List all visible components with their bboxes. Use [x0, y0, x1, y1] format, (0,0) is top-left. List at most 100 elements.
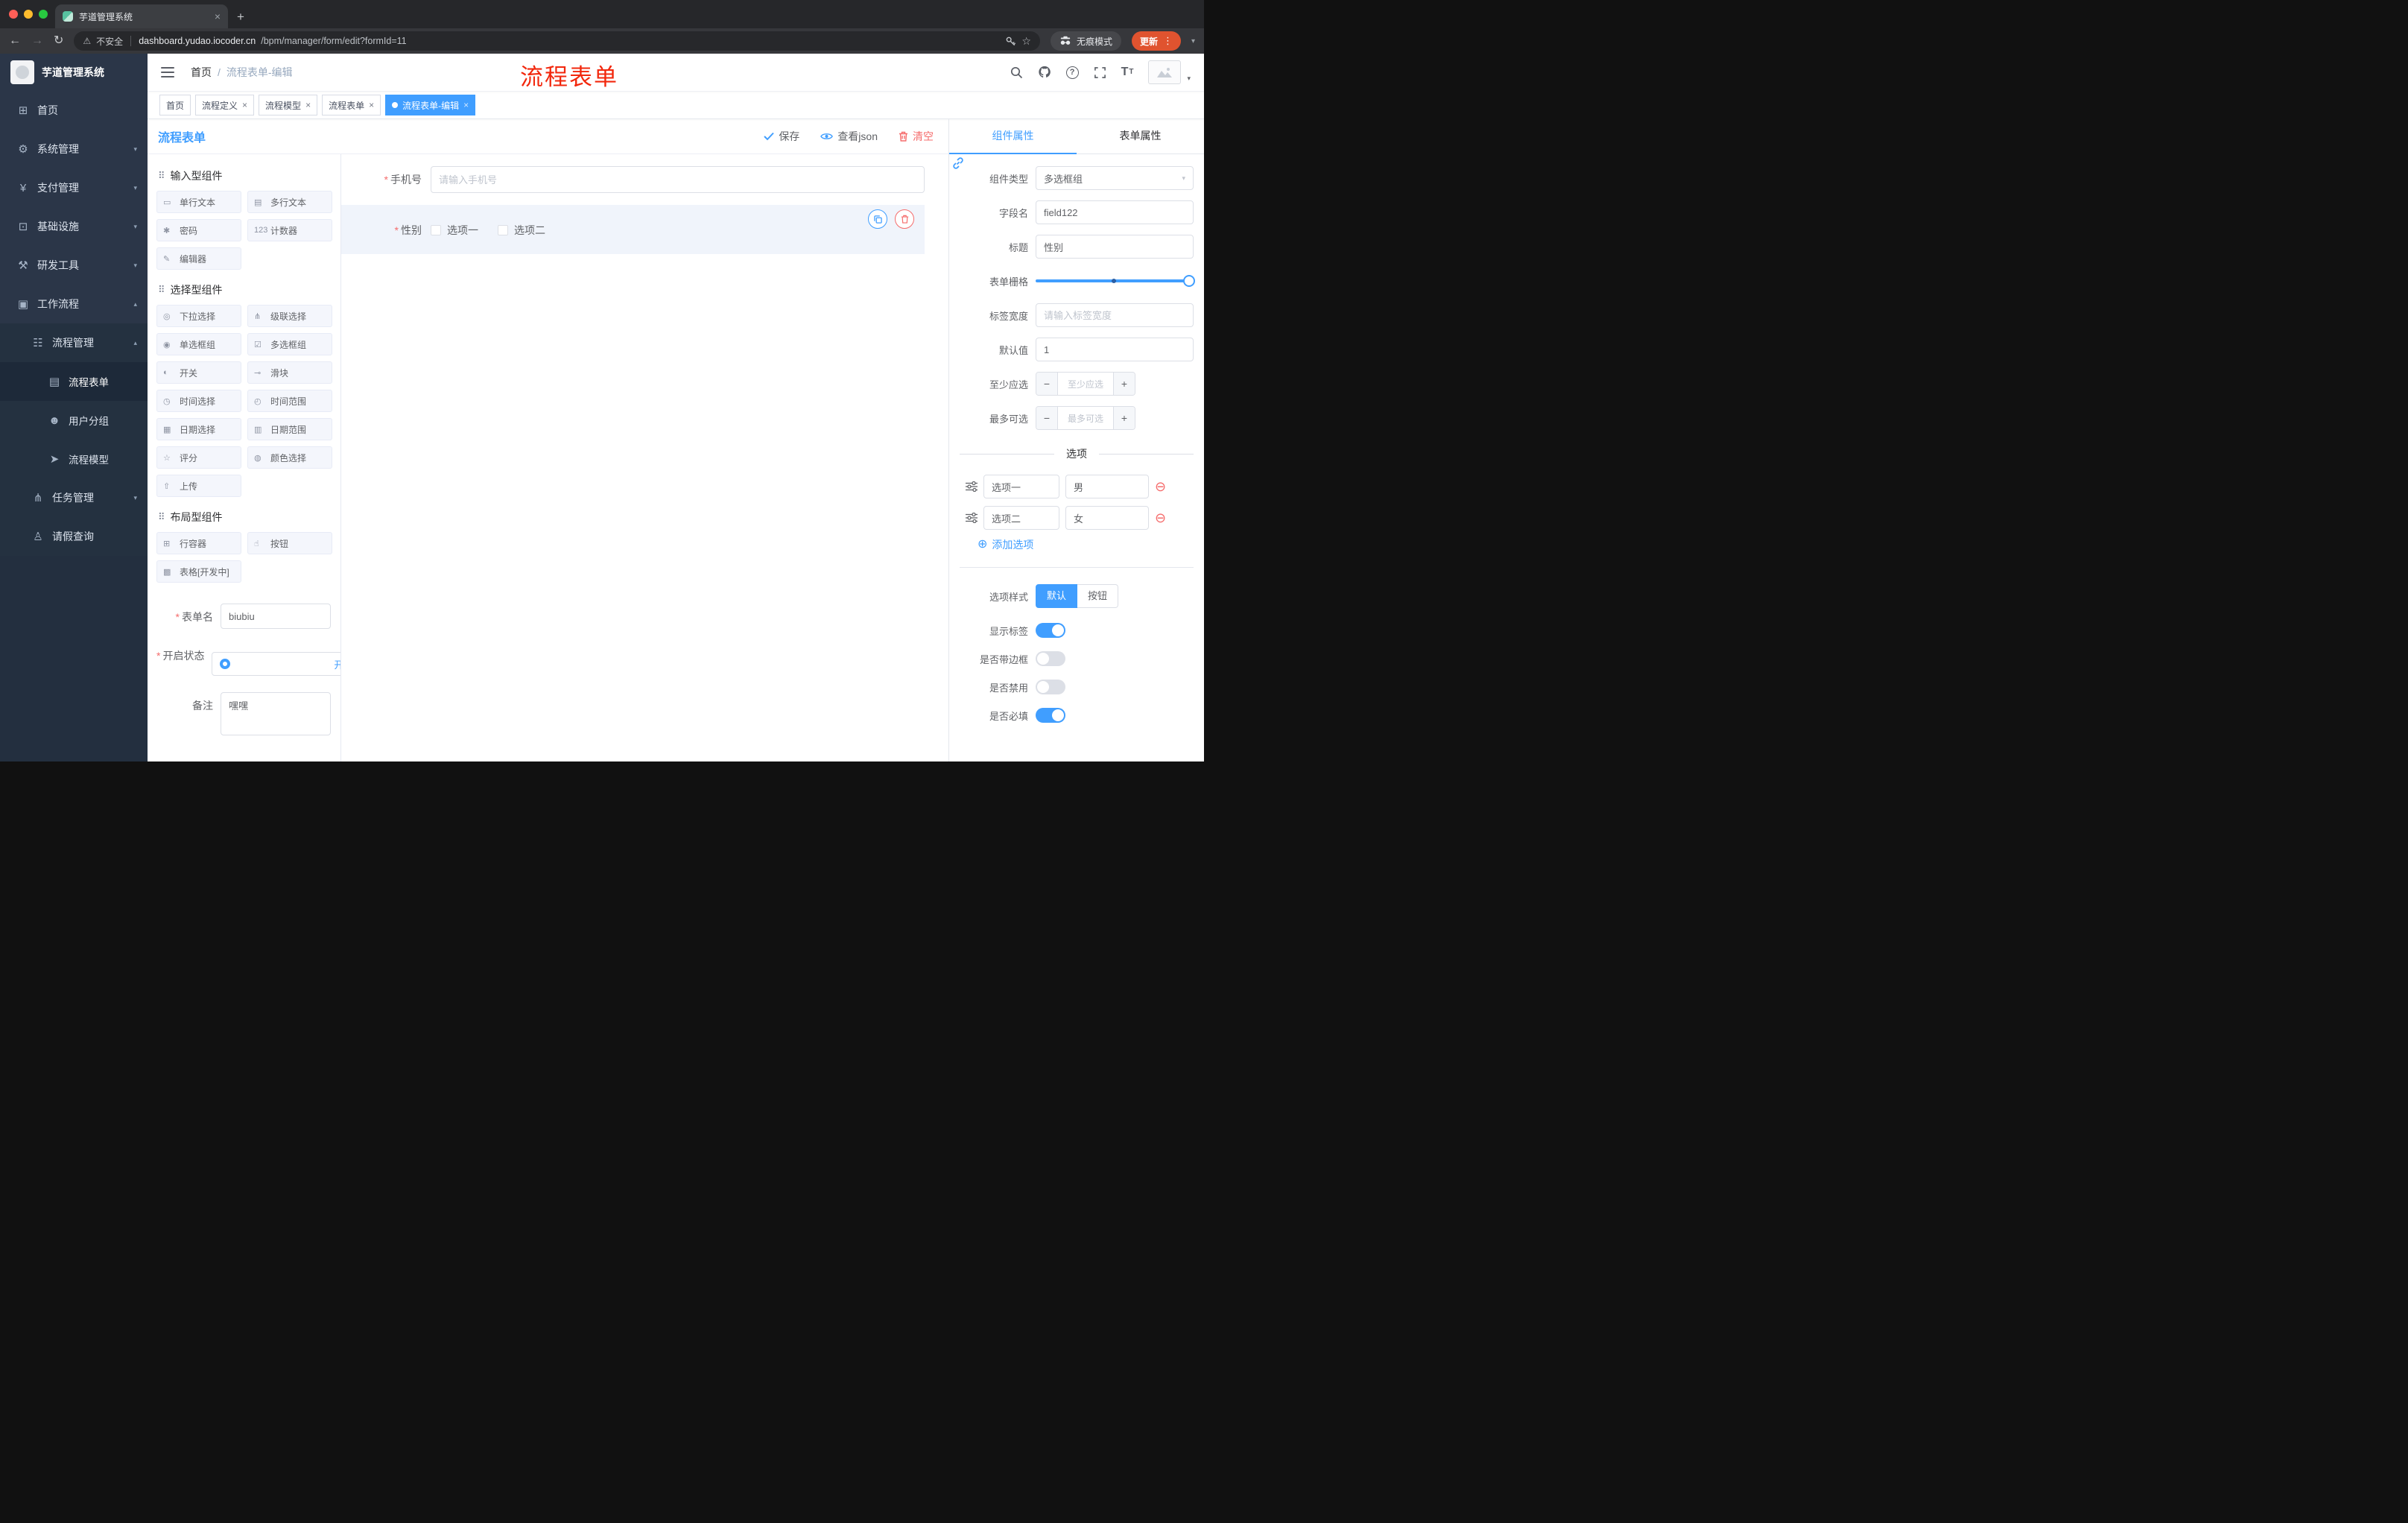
fullscreen-icon[interactable]: [1094, 66, 1106, 79]
slider-handle[interactable]: [1183, 275, 1195, 287]
update-button[interactable]: 更新 ⋮: [1131, 31, 1181, 51]
password-key-icon[interactable]: [1005, 36, 1016, 47]
palette-component-chip[interactable]: ▩ 表格[开发中]: [156, 560, 241, 583]
palette-component-chip[interactable]: ◷ 时间选择: [156, 390, 241, 412]
delete-component-button[interactable]: [895, 209, 914, 229]
toggle-switch[interactable]: [1036, 651, 1065, 666]
palette-component-chip[interactable]: ⋔ 级联选择: [247, 305, 332, 327]
sidebar-menu-item[interactable]: ▤ 流程表单: [0, 362, 148, 401]
tab-form-props[interactable]: 表单属性: [1077, 119, 1204, 153]
browser-menu-dots-icon[interactable]: ⋮: [1163, 35, 1173, 47]
title-input[interactable]: [1036, 235, 1194, 259]
palette-component-chip[interactable]: ☑ 多选框组: [247, 333, 332, 355]
back-button[interactable]: ←: [9, 35, 21, 47]
palette-component-chip[interactable]: ◴ 时间范围: [247, 390, 332, 412]
component-type-select[interactable]: 多选框组 ▾: [1036, 166, 1194, 190]
option-name-input[interactable]: [983, 506, 1059, 530]
palette-component-chip[interactable]: ◎ 下拉选择: [156, 305, 241, 327]
toggle-switch[interactable]: [1036, 680, 1065, 694]
palette-component-chip[interactable]: ◐ 开关: [156, 361, 241, 384]
palette-component-chip[interactable]: ✎ 编辑器: [156, 247, 241, 270]
decrease-button[interactable]: −: [1036, 373, 1058, 395]
sidebar-menu-item[interactable]: ⚒ 研发工具 ▾: [0, 246, 148, 285]
toggle-switch[interactable]: [1036, 623, 1065, 638]
gender-checkbox-option[interactable]: 选项二: [498, 223, 545, 238]
bookmark-star-icon[interactable]: ☆: [1021, 35, 1031, 48]
palette-component-chip[interactable]: ▥ 日期范围: [247, 418, 332, 440]
address-bar[interactable]: ⚠ 不安全 dashboard.yudao.iocoder.cn /bpm/ma…: [74, 31, 1040, 51]
save-button[interactable]: 保存: [764, 129, 799, 144]
increase-button[interactable]: +: [1113, 373, 1135, 395]
security-label[interactable]: 不安全: [96, 35, 123, 48]
link-icon[interactable]: [951, 156, 965, 170]
palette-component-chip[interactable]: ▦ 日期选择: [156, 418, 241, 440]
window-close-button[interactable]: [9, 10, 18, 19]
tag-close-icon[interactable]: ×: [242, 100, 247, 110]
sidebar-menu-item[interactable]: ⊞ 首页: [0, 91, 148, 130]
sidebar-menu-item[interactable]: ☻ 用户分组: [0, 401, 148, 440]
breadcrumb-home[interactable]: 首页: [191, 65, 212, 80]
forward-button[interactable]: →: [31, 35, 43, 47]
option-value-input[interactable]: [1065, 475, 1149, 498]
reload-button[interactable]: ↻: [54, 35, 63, 47]
sidebar-menu-item[interactable]: ➤ 流程模型: [0, 440, 148, 478]
style-button-button[interactable]: 按钮: [1077, 584, 1119, 608]
checkbox[interactable]: [431, 225, 441, 235]
font-size-icon[interactable]: T T: [1121, 66, 1134, 78]
sidebar-menu-item[interactable]: ♙ 请假查询: [0, 517, 148, 556]
tag-close-icon[interactable]: ×: [369, 100, 374, 110]
palette-component-chip[interactable]: 123 计数器: [247, 219, 332, 241]
window-zoom-button[interactable]: [39, 10, 48, 19]
increase-button[interactable]: +: [1113, 407, 1135, 429]
phone-input[interactable]: [431, 166, 925, 193]
remark-textarea[interactable]: 嘿嘿: [221, 692, 331, 735]
tag-close-icon[interactable]: ×: [305, 100, 311, 110]
palette-component-chip[interactable]: ▭ 单行文本: [156, 191, 241, 213]
remove-option-button[interactable]: ⊖: [1155, 511, 1166, 525]
decrease-button[interactable]: −: [1036, 407, 1058, 429]
checkbox[interactable]: [498, 225, 508, 235]
tags-view-tab[interactable]: 流程定义 ×: [195, 95, 255, 115]
tab-component-props[interactable]: 组件属性: [949, 119, 1077, 154]
sidebar-menu-item[interactable]: ☷ 流程管理 ▴: [0, 323, 148, 362]
palette-component-chip[interactable]: ✱ 密码: [156, 219, 241, 241]
option-drag-handle[interactable]: [966, 481, 978, 492]
avatar-caret-icon[interactable]: ▾: [1187, 75, 1191, 84]
gender-field-selected[interactable]: 性别 选项一 选项二: [341, 205, 925, 254]
palette-component-chip[interactable]: ◉ 单选框组: [156, 333, 241, 355]
default-value-input[interactable]: [1036, 338, 1194, 361]
sidebar-menu-item[interactable]: ¥ 支付管理 ▾: [0, 168, 148, 207]
label-width-input[interactable]: [1036, 303, 1194, 327]
palette-component-chip[interactable]: ▤ 多行文本: [247, 191, 332, 213]
option-name-input[interactable]: [983, 475, 1059, 498]
browser-tab[interactable]: 芋道管理系统 ×: [55, 4, 228, 28]
min-select-value[interactable]: 至少应选: [1058, 373, 1113, 395]
tab-close-icon[interactable]: ×: [215, 10, 221, 22]
new-tab-button[interactable]: +: [237, 10, 244, 25]
option-value-input[interactable]: [1065, 506, 1149, 530]
collapse-menu-icon[interactable]: [161, 67, 174, 77]
user-avatar[interactable]: [1148, 60, 1182, 84]
tags-view-tab[interactable]: 首页 ×: [159, 95, 191, 115]
sidebar-menu-item[interactable]: ▣ 工作流程 ▴: [0, 285, 148, 323]
remove-option-button[interactable]: ⊖: [1155, 480, 1166, 493]
style-default-button[interactable]: 默认: [1036, 584, 1078, 608]
search-icon[interactable]: [1010, 66, 1023, 79]
form-name-input[interactable]: [221, 604, 331, 629]
status-on-radio[interactable]: 开启: [212, 652, 340, 676]
help-icon[interactable]: ?: [1065, 66, 1079, 79]
palette-component-chip[interactable]: ☝ 按钮: [247, 532, 332, 554]
tag-close-icon[interactable]: ×: [463, 100, 469, 110]
palette-component-chip[interactable]: ⊞ 行容器: [156, 532, 241, 554]
github-icon[interactable]: [1038, 66, 1051, 79]
gender-checkbox-option[interactable]: 选项一: [431, 223, 478, 238]
app-logo[interactable]: 芋道管理系统: [0, 54, 148, 91]
grid-slider[interactable]: [1036, 269, 1195, 293]
sidebar-menu-item[interactable]: ⊡ 基础设施 ▾: [0, 207, 148, 246]
tags-view-tab[interactable]: 流程模型 ×: [259, 95, 318, 115]
option-drag-handle[interactable]: [966, 513, 978, 523]
sidebar-menu-item[interactable]: ⚙ 系统管理 ▾: [0, 130, 148, 168]
add-option-button[interactable]: ⊕ 添加选项: [978, 537, 1194, 552]
sidebar-menu-item[interactable]: ⋔ 任务管理 ▾: [0, 478, 148, 517]
palette-component-chip[interactable]: ⊸ 滑块: [247, 361, 332, 384]
